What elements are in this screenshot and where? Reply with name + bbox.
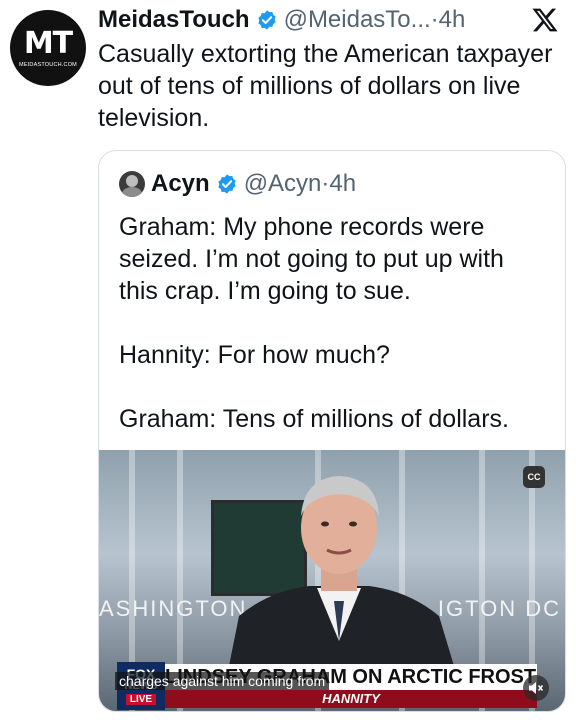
- tweet-time[interactable]: 4h: [439, 6, 466, 34]
- quoted-author-avatar[interactable]: [119, 171, 145, 197]
- verified-badge-icon: [257, 10, 276, 30]
- quoted-author-handle[interactable]: @Acyn: [244, 170, 322, 198]
- quoted-line-2: Hannity: For how much?: [119, 341, 390, 369]
- quoted-tweet-text: Graham: My phone records were seized. I’…: [119, 211, 549, 435]
- closed-captions-button[interactable]: CC: [523, 466, 545, 488]
- quoted-author-name[interactable]: Acyn: [151, 170, 210, 198]
- author-handle[interactable]: @MeidasTo...: [284, 6, 431, 34]
- quoted-tweet-card[interactable]: Acyn @Acyn · 4h Graham: My phone records…: [98, 150, 566, 712]
- live-badge: LIVE: [125, 694, 157, 705]
- quoted-line-3: Graham: Tens of millions of dollars.: [119, 405, 509, 433]
- video-caption: charges against him coming from: [115, 672, 330, 690]
- quoted-tweet-time[interactable]: 4h: [329, 170, 356, 198]
- quoted-tweet-header: Acyn @Acyn · 4h: [119, 169, 356, 199]
- x-logo-icon[interactable]: [528, 6, 562, 36]
- tweet-header: MeidasTouch @MeidasTo... · 4h: [98, 4, 518, 36]
- verified-badge-icon: [218, 174, 236, 194]
- news-lower-third: FOX NEWS LIVE LINDSEY GRAHAM ON ARCTIC F…: [99, 662, 565, 711]
- tweet-text: Casually extorting the American taxpayer…: [98, 40, 553, 132]
- quoted-line-1: Graham: My phone records were seized. I’…: [119, 213, 504, 305]
- author-name[interactable]: MeidasTouch: [98, 6, 250, 34]
- time-separator: ·: [321, 170, 330, 197]
- video-player[interactable]: CC ASHINGTON IGTON DC FOX NEWS LIVE LIND…: [99, 450, 565, 711]
- speaker-figure: [229, 476, 454, 666]
- time-separator: ·: [430, 6, 439, 33]
- avatar-logo-domain: MEIDASTOUCH.COM: [19, 61, 77, 68]
- speaker-muted-icon[interactable]: [523, 675, 549, 701]
- profile-avatar[interactable]: MT MEIDASTOUCH.COM: [10, 10, 86, 86]
- avatar-logo-text: MT: [23, 25, 73, 61]
- show-name: HANNITY: [165, 690, 537, 708]
